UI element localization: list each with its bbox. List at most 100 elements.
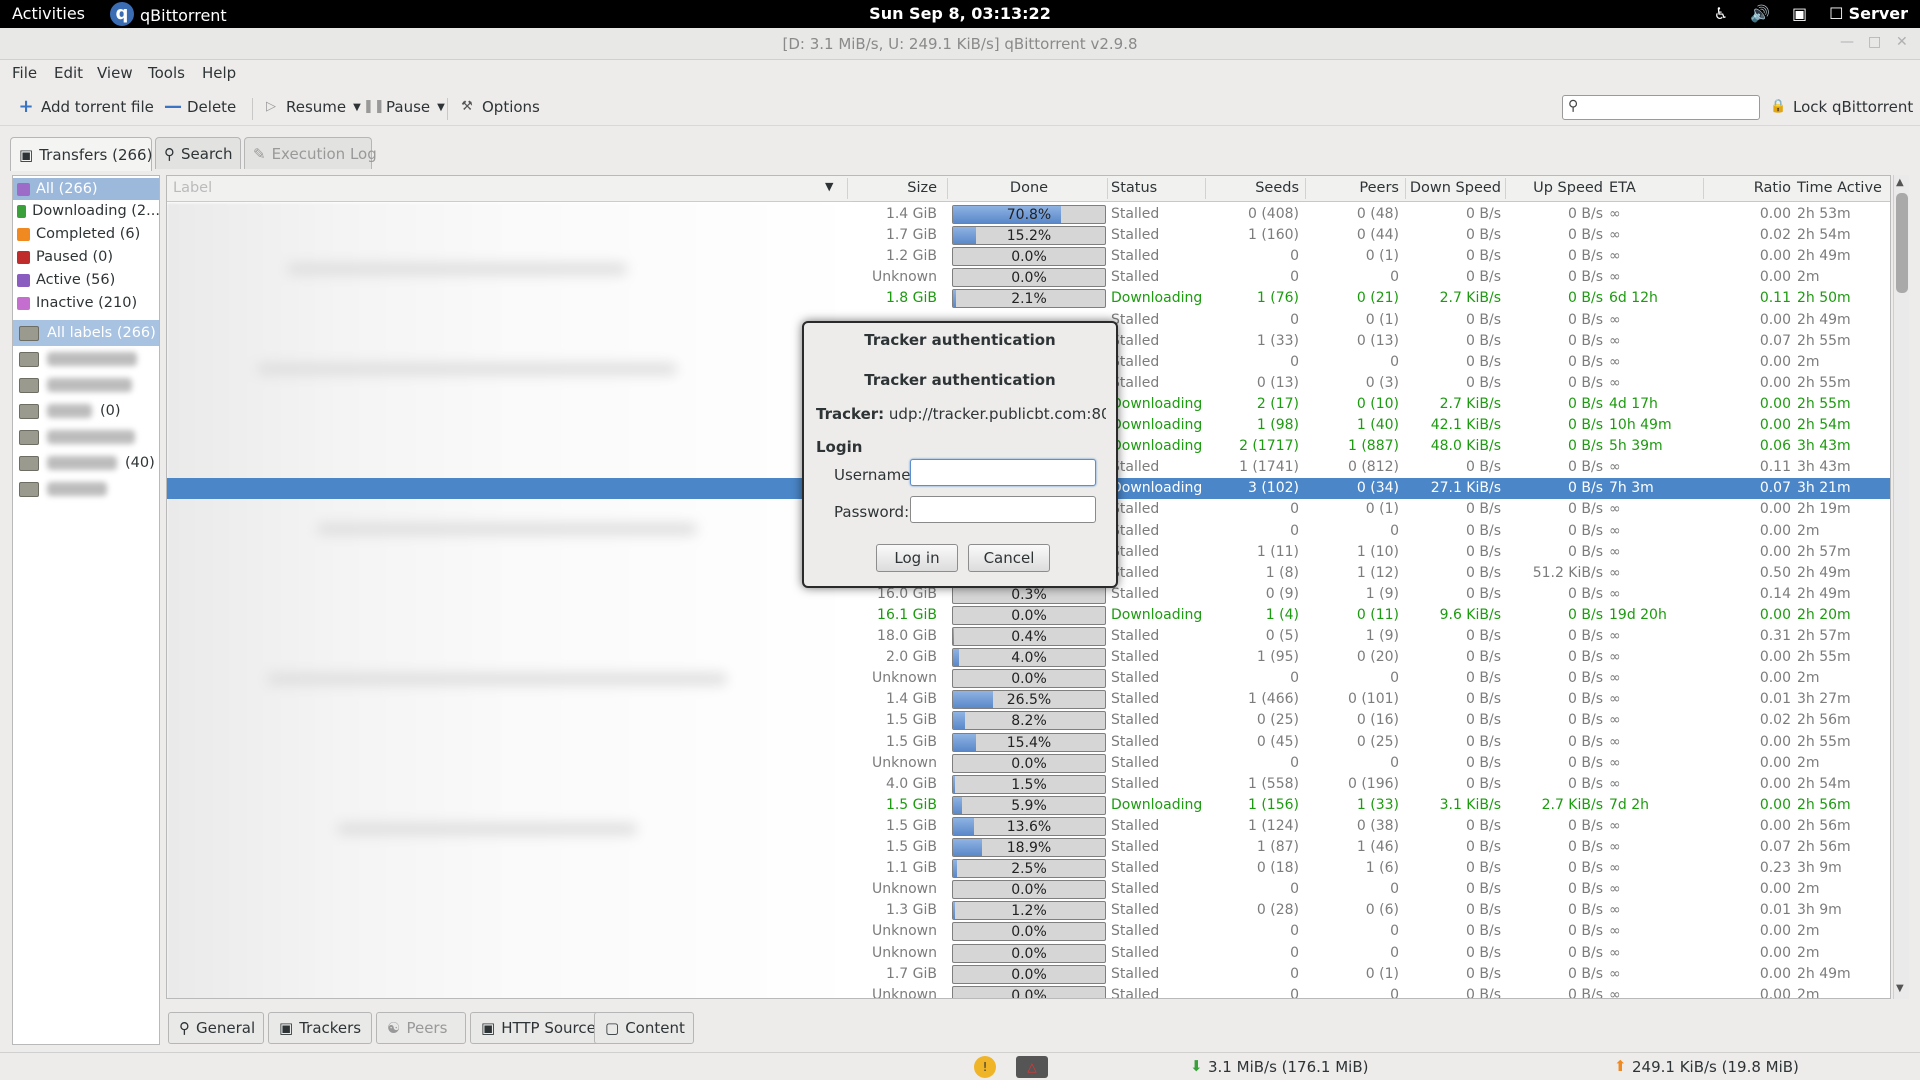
table-row[interactable]: Unknown Stalled 0 0 0 B/s 0 B/s ∞ 0.00 2m 0.0% (167, 753, 1890, 774)
options-button[interactable]: ⚒ Options (459, 98, 540, 116)
lock-button[interactable]: 🔒 Lock qBittorrent ▼ (1770, 98, 1920, 116)
cell-up-speed: 0 B/s (1568, 754, 1603, 771)
activities-button[interactable]: Activities (12, 4, 85, 23)
table-row[interactable]: 1.4 GiB Stalled 0 (408) 0 (48) 0 B/s 0 B/s ∞ 0.… (167, 204, 1890, 225)
label-item[interactable] (13, 424, 159, 450)
cancel-button[interactable]: Cancel (968, 544, 1050, 572)
column-seeds[interactable]: Seeds (1207, 180, 1299, 196)
cell-status: Stalled (1111, 902, 1160, 919)
label-all[interactable]: All labels (266) (13, 320, 159, 346)
cell-ratio: 0.23 (1759, 860, 1791, 877)
table-row[interactable]: 1.7 GiB Stalled 0 0 (1) 0 B/s 0 B/s ∞ 0.00 2h 49… (167, 964, 1890, 985)
column-peers[interactable]: Peers (1307, 180, 1399, 196)
table-row[interactable]: Unknown Stalled 0 0 0 B/s 0 B/s ∞ 0.00 2m 0.0% (167, 267, 1890, 288)
password-field[interactable] (910, 496, 1096, 523)
table-row[interactable]: 4.0 GiB Stalled 1 (558) 0 (196) 0 B/s 0 B/s ∞ 0… (167, 774, 1890, 795)
status-upload[interactable]: 249.1 KiB/s (19.8 MiB) (1632, 1058, 1799, 1076)
app-menu[interactable]: q qBittorrent (110, 2, 227, 26)
username-field[interactable] (910, 459, 1096, 486)
filter-active[interactable]: Active (56) (13, 269, 159, 291)
table-row[interactable]: Unknown Stalled 0 0 0 B/s 0 B/s ∞ 0.00 2m 0.0% (167, 879, 1890, 900)
table-row[interactable]: 1.4 GiB Stalled 1 (466) 0 (101) 0 B/s 0 B/s ∞ 0… (167, 689, 1890, 710)
table-row[interactable]: 1.3 GiB Stalled 0 (28) 0 (6) 0 B/s 0 B/s ∞ 0.01… (167, 900, 1890, 921)
column-done[interactable]: Done (952, 180, 1106, 196)
resume-button[interactable]: ▷ Resume ▼ (263, 98, 361, 116)
tab-trackers[interactable]: ▣ Trackers (268, 1012, 372, 1044)
menu-help[interactable]: Help (202, 64, 236, 82)
log-in-button[interactable]: Log in (876, 544, 958, 572)
vertical-scrollbar[interactable]: ▲ ▼ (1893, 175, 1909, 999)
label-item[interactable]: (0) (13, 398, 159, 424)
table-row[interactable]: 1.7 GiB Stalled 1 (160) 0 (44) 0 B/s 0 B/s ∞ 0.… (167, 225, 1890, 246)
filter-completed[interactable]: Completed (6) (13, 223, 159, 245)
speed-limit-icon[interactable]: △ (1016, 1056, 1048, 1078)
table-row[interactable]: 1.5 GiB Stalled 0 (25) 0 (16) 0 B/s 0 B/s ∞ 0.0… (167, 710, 1890, 731)
network-icon[interactable]: ▣ (1792, 4, 1807, 23)
filter-all[interactable]: All (266) (13, 178, 159, 200)
table-row[interactable]: Unknown Stalled 0 0 0 B/s 0 B/s ∞ 0.00 2m 0.0% (167, 668, 1890, 689)
tab-content[interactable]: ▢ Content (594, 1012, 694, 1044)
table-row[interactable]: Unknown Stalled 0 0 0 B/s 0 B/s ∞ 0.00 2m 0.0% (167, 943, 1890, 964)
table-row[interactable]: 16.1 GiB Downloading 1 (4) 0 (11) 9.6 KiB/s 0… (167, 605, 1890, 626)
filter-paused[interactable]: Paused (0) (13, 246, 159, 268)
table-row[interactable]: 1.1 GiB Stalled 0 (18) 1 (6) 0 B/s 0 B/s ∞ 0.23… (167, 858, 1890, 879)
label-item[interactable] (13, 372, 159, 398)
column-down-speed[interactable]: Down Speed (1407, 180, 1501, 196)
scrollbar-thumb[interactable] (1896, 193, 1908, 293)
cell-ratio: 0.00 (1759, 606, 1791, 623)
cell-down-speed: 0 B/s (1466, 522, 1501, 539)
table-row[interactable]: Unknown Stalled 0 0 0 B/s 0 B/s ∞ 0.00 2m 0.0% (167, 921, 1890, 942)
chevron-down-icon[interactable]: ▼ (825, 180, 833, 193)
column-up-speed[interactable]: Up Speed (1507, 180, 1603, 196)
label-item[interactable]: (40) (13, 450, 159, 476)
label-item[interactable] (13, 346, 159, 372)
add-torrent-button[interactable]: + Add torrent file (18, 98, 153, 117)
tab-transfers[interactable]: ▣ Transfers (266) (10, 137, 152, 171)
minimize-icon[interactable]: — (1840, 34, 1854, 50)
delete-button[interactable]: — Delete (164, 98, 236, 117)
table-row[interactable]: 1.5 GiB Stalled 1 (87) 1 (46) 0 B/s 0 B/s ∞ 0.0… (167, 837, 1890, 858)
status-download[interactable]: 3.1 MiB/s (176.1 MiB) (1208, 1058, 1368, 1076)
cell-seeds: 1 (160) (1247, 227, 1299, 244)
menu-file[interactable]: File (12, 64, 37, 82)
column-eta[interactable]: ETA (1609, 180, 1636, 196)
table-row[interactable]: 1.5 GiB Downloading 1 (156) 1 (33) 3.1 KiB/s… (167, 795, 1890, 816)
menu-view[interactable]: View (97, 64, 133, 82)
scroll-up-icon[interactable]: ▲ (1896, 177, 1904, 188)
user-menu[interactable]: ☐ Server (1829, 4, 1908, 23)
search-input[interactable]: ⚲ (1562, 95, 1760, 120)
cell-time-active: 2m (1797, 881, 1820, 898)
cell-peers: 0 (16) (1356, 712, 1399, 729)
column-ratio[interactable]: Ratio (1705, 180, 1791, 196)
tab-general[interactable]: ⚲ General (168, 1012, 264, 1044)
column-size[interactable]: Size (857, 180, 937, 196)
table-row[interactable]: 1.5 GiB Stalled 0 (45) 0 (25) 0 B/s 0 B/s ∞ 0.0… (167, 732, 1890, 753)
dht-status-icon[interactable]: ! (974, 1056, 996, 1078)
label-item[interactable] (13, 476, 159, 502)
scroll-down-icon[interactable]: ▼ (1896, 983, 1904, 994)
table-row[interactable]: 18.0 GiB Stalled 0 (5) 1 (9) 0 B/s 0 B/s ∞ 0.31… (167, 626, 1890, 647)
pause-button[interactable]: ❚❚ Pause ▼ (363, 98, 445, 116)
volume-icon[interactable]: 🔊 (1750, 4, 1770, 23)
filter-downloading[interactable]: Downloading (2... (13, 200, 159, 222)
column-label[interactable]: Label (173, 180, 212, 196)
table-row[interactable]: 2.0 GiB Stalled 1 (95) 0 (20) 0 B/s 0 B/s ∞ 0.0… (167, 647, 1890, 668)
menu-edit[interactable]: Edit (54, 64, 83, 82)
table-row[interactable]: 1.8 GiB Downloading 1 (76) 0 (21) 2.7 KiB/s 0… (167, 288, 1890, 309)
column-time-active[interactable]: Time Active (1797, 180, 1882, 196)
menu-tools[interactable]: Tools (148, 64, 185, 82)
tab-peers[interactable]: ☯ Peers (376, 1012, 466, 1044)
tab-execution-log[interactable]: ✎ Execution Log (244, 137, 377, 169)
accessibility-icon[interactable]: ♿ (1714, 4, 1728, 23)
close-icon[interactable]: ✕ (1896, 34, 1908, 50)
tab-search[interactable]: ⚲ Search (155, 137, 241, 169)
table-row[interactable]: 1.5 GiB Stalled 1 (124) 0 (38) 0 B/s 0 B/s ∞ 0.… (167, 816, 1890, 837)
maximize-icon[interactable]: □ (1868, 34, 1881, 50)
column-status[interactable]: Status (1111, 180, 1157, 196)
table-row[interactable]: 1.2 GiB Stalled 0 0 (1) 0 B/s 0 B/s ∞ 0.00 2h 49… (167, 246, 1890, 267)
progress-text: 13.6% (1006, 818, 1052, 835)
clock[interactable]: Sun Sep 8, 03:13:22 (0, 4, 1920, 23)
table-row[interactable]: Unknown Stalled 0 0 0 B/s 0 B/s ∞ 0.00 2m 0.0% (167, 985, 1890, 998)
cell-down-speed: 0 B/s (1466, 775, 1501, 792)
filter-inactive[interactable]: Inactive (210) (13, 292, 159, 314)
